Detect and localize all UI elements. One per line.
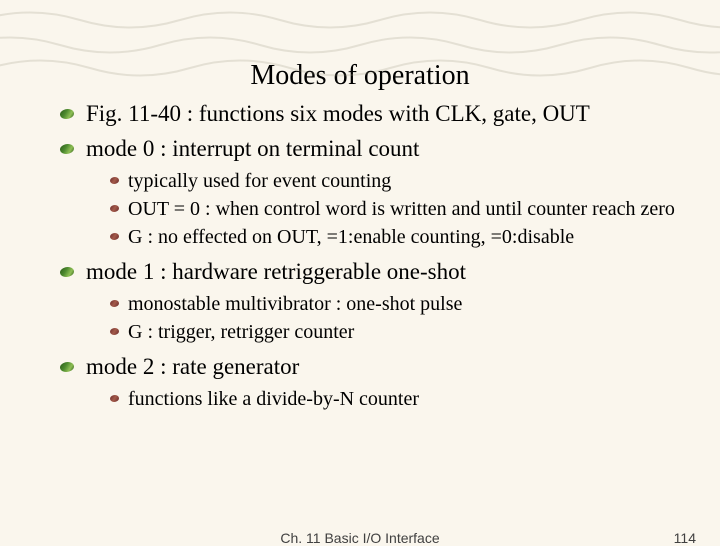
mode2-sub-a: functions like a divide-by-N counter [118, 386, 690, 412]
bullet-mode0-text: mode 0 : interrupt on terminal count [86, 136, 419, 161]
slide-body: Fig. 11-40 : functions six modes with CL… [0, 98, 720, 412]
slide-title: Modes of operation [0, 0, 720, 96]
bullet-mode0: mode 0 : interrupt on terminal count typ… [72, 133, 690, 250]
bullet-fig: Fig. 11-40 : functions six modes with CL… [72, 98, 690, 129]
mode0-sub-a: typically used for event counting [118, 168, 690, 194]
footer-chapter: Ch. 11 Basic I/O Interface [0, 530, 720, 546]
bullet-mode1-text: mode 1 : hardware retriggerable one-shot [86, 259, 466, 284]
bullet-mode2-text: mode 2 : rate generator [86, 354, 299, 379]
mode1-sub-b: G : trigger, retrigger counter [118, 319, 690, 345]
footer-page-number: 114 [674, 530, 696, 546]
mode0-sub-c: G : no effected on OUT, =1:enable counti… [118, 224, 690, 250]
bullet-mode1: mode 1 : hardware retriggerable one-shot… [72, 256, 690, 345]
mode1-sub-a: monostable multivibrator : one-shot puls… [118, 291, 690, 317]
bullet-mode2: mode 2 : rate generator functions like a… [72, 351, 690, 412]
mode0-sub-b: OUT = 0 : when control word is written a… [118, 196, 690, 222]
